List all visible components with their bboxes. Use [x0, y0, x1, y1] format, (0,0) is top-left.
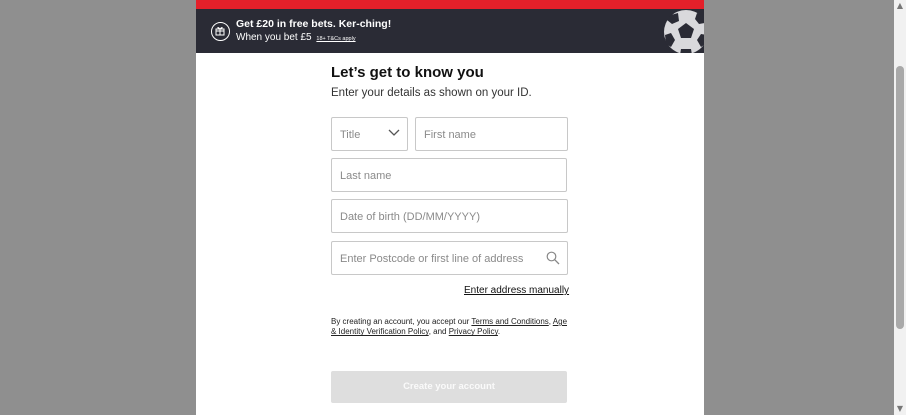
signup-panel: Get £20 in free bets. Ker-ching! When yo… [196, 0, 704, 415]
title-select-value: Title [340, 129, 361, 141]
chevron-down-icon [388, 129, 400, 136]
promo-title: Get £20 in free bets. Ker-ching! [236, 18, 392, 30]
first-name-field[interactable]: First name [415, 117, 568, 151]
legal-end: . [497, 327, 501, 337]
search-icon[interactable] [546, 251, 560, 265]
promo-subtitle: When you bet £5 18+ T&Cs apply [236, 32, 356, 43]
promo-subtitle-text: When you bet £5 [236, 32, 312, 43]
legal-sep-2: , and [428, 327, 447, 337]
last-name-placeholder: Last name [340, 170, 392, 182]
scroll-up-icon[interactable]: ▲ [894, 0, 906, 12]
scrollbar[interactable]: ▲ ▼ [894, 0, 906, 415]
brand-strip [196, 0, 704, 9]
scrollbar-thumb[interactable] [896, 66, 904, 329]
create-account-button[interactable]: Create your account [331, 371, 567, 403]
gift-icon [211, 22, 230, 41]
terms-link[interactable]: Terms and Conditions [471, 317, 548, 326]
promo-terms-link[interactable]: 18+ T&Cs apply [316, 36, 355, 42]
first-name-placeholder: First name [424, 129, 476, 141]
last-name-field[interactable]: Last name [331, 158, 567, 192]
title-select[interactable]: Title [331, 117, 408, 151]
address-placeholder: Enter Postcode or first line of address [340, 253, 524, 265]
legal-text: By creating an account, you accept our T… [331, 317, 571, 338]
legal-intro: By creating an account, you accept our [331, 317, 470, 326]
scroll-down-icon[interactable]: ▼ [894, 403, 906, 415]
legal-sep-1: , [548, 317, 551, 326]
promo-banner[interactable]: Get £20 in free bets. Ker-ching! When yo… [196, 9, 704, 53]
dob-placeholder: Date of birth (DD/MM/YYYY) [340, 211, 480, 223]
enter-address-manually-link[interactable]: Enter address manually [464, 285, 569, 296]
address-search-field[interactable]: Enter Postcode or first line of address [331, 241, 568, 275]
privacy-policy-link[interactable]: Privacy Policy [449, 327, 498, 336]
football-icon [664, 10, 704, 53]
page-title: Let’s get to know you [331, 64, 484, 81]
dob-field[interactable]: Date of birth (DD/MM/YYYY) [331, 199, 568, 233]
page-subtitle: Enter your details as shown on your ID. [331, 87, 532, 99]
